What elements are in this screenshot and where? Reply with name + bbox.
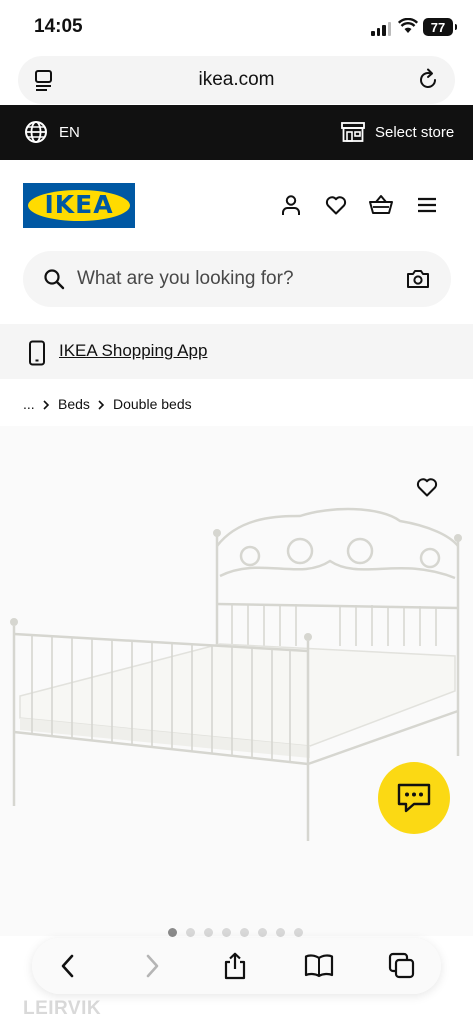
breadcrumb-item[interactable]: Double beds bbox=[113, 396, 192, 412]
chevron-right-icon bbox=[98, 400, 105, 410]
carousel-dot[interactable] bbox=[294, 928, 303, 937]
carousel-dot[interactable] bbox=[222, 928, 231, 937]
breadcrumb-ellipsis[interactable]: ... bbox=[23, 396, 35, 412]
carousel-dot[interactable] bbox=[258, 928, 267, 937]
shopping-app-link[interactable]: IKEA Shopping App bbox=[59, 341, 207, 361]
store-icon[interactable] bbox=[341, 122, 365, 142]
chat-button[interactable] bbox=[378, 762, 450, 834]
globe-icon[interactable] bbox=[24, 120, 48, 144]
profile-icon[interactable] bbox=[279, 193, 303, 217]
carousel-dot[interactable] bbox=[168, 928, 177, 937]
search-icon bbox=[44, 269, 65, 290]
product-image-carousel[interactable] bbox=[0, 426, 473, 936]
status-time: 14:05 bbox=[34, 16, 83, 37]
chevron-right-icon bbox=[43, 400, 50, 410]
browser-toolbar bbox=[32, 938, 441, 994]
logo-text: IKEA bbox=[44, 190, 114, 219]
tabs-icon[interactable] bbox=[388, 952, 416, 980]
carousel-dot[interactable] bbox=[186, 928, 195, 937]
carousel-dot[interactable] bbox=[276, 928, 285, 937]
utility-bar: EN Select store bbox=[0, 105, 473, 160]
carousel-pagination[interactable] bbox=[168, 928, 303, 937]
menu-icon[interactable] bbox=[416, 193, 438, 217]
battery-indicator: 77 bbox=[423, 18, 457, 36]
bookmarks-icon[interactable] bbox=[304, 952, 334, 980]
share-icon[interactable] bbox=[222, 952, 248, 980]
add-to-favourites-heart-icon[interactable] bbox=[415, 475, 439, 499]
mobile-phone-icon bbox=[29, 340, 45, 366]
camera-icon[interactable] bbox=[406, 268, 430, 290]
product-name: LEIRVIK bbox=[23, 998, 102, 1019]
app-banner[interactable]: IKEA Shopping App bbox=[0, 324, 473, 379]
status-bar: 14:05 77 bbox=[0, 0, 473, 52]
search-input[interactable] bbox=[77, 257, 387, 301]
address-bar[interactable]: ikea.com bbox=[18, 56, 455, 104]
chat-bubble-icon bbox=[397, 783, 431, 813]
carousel-dot[interactable] bbox=[204, 928, 213, 937]
carousel-dot[interactable] bbox=[240, 928, 249, 937]
forward-icon[interactable] bbox=[140, 952, 164, 980]
heart-icon[interactable] bbox=[324, 193, 348, 217]
wifi-icon bbox=[398, 18, 418, 33]
reload-icon[interactable] bbox=[416, 68, 440, 92]
cellular-signal-icon bbox=[371, 22, 391, 36]
select-store-link[interactable]: Select store bbox=[375, 124, 454, 141]
basket-icon[interactable] bbox=[368, 193, 394, 217]
url-text[interactable]: ikea.com bbox=[18, 69, 455, 91]
language-selector[interactable]: EN bbox=[59, 124, 80, 141]
ikea-logo[interactable]: IKEA bbox=[23, 183, 135, 228]
search-bar[interactable] bbox=[23, 251, 451, 307]
back-icon[interactable] bbox=[56, 952, 80, 980]
breadcrumb-item[interactable]: Beds bbox=[58, 396, 90, 412]
